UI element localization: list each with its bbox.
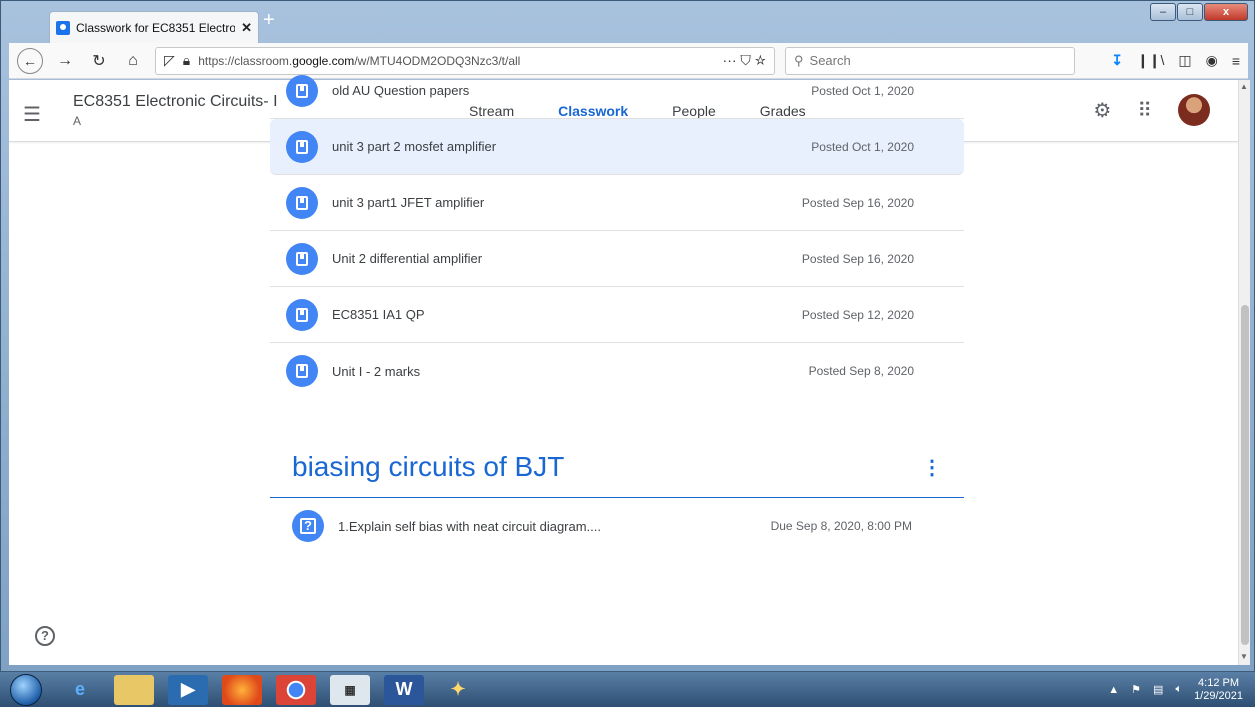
clock[interactable]: 4:12 PM 1/29/2021 [1194, 677, 1243, 703]
paint-icon[interactable]: ✦ [438, 675, 478, 705]
firefox-icon[interactable] [222, 674, 262, 705]
more-vert-icon[interactable]: ⋮ [922, 455, 942, 480]
menu-icon[interactable]: ≡ [1232, 53, 1240, 69]
scroll-down-icon[interactable]: ▼ [1240, 652, 1248, 661]
scroll-up-icon[interactable]: ▲ [1240, 82, 1248, 91]
word-icon[interactable]: W [384, 674, 424, 705]
list-item[interactable]: Unit 2 differential amplifier Posted Sep… [270, 231, 964, 287]
header-actions: ⚙ ⠿ [1093, 94, 1210, 126]
list-item[interactable]: Unit I - 2 marks Posted Sep 8, 2020 [270, 343, 964, 399]
posted-date: Posted Sep 8, 2020 [808, 364, 914, 378]
posted-date: Posted Oct 1, 2020 [811, 139, 914, 154]
tab-close-icon[interactable]: ✕ [241, 20, 252, 36]
topic-title[interactable]: biasing circuits of BJT [292, 451, 564, 483]
start-button[interactable] [10, 673, 42, 706]
material-title: old AU Question papers [332, 83, 470, 98]
browser-window: Classwork for EC8351 Electroni ✕ + – □ x… [0, 0, 1255, 672]
class-section: A [73, 114, 82, 128]
chrome-icon[interactable] [276, 674, 316, 705]
list-item[interactable]: EC8351 IA1 QP Posted Sep 12, 2020 [270, 287, 964, 343]
list-item[interactable]: ? 1.Explain self bias with neat circuit … [270, 498, 964, 554]
minimize-button[interactable]: – [1150, 3, 1176, 21]
sidebar-icon[interactable]: ◫ [1178, 52, 1191, 69]
material-title: Unit 2 differential amplifier [332, 251, 483, 266]
materials-list: old AU Question papers Posted Oct 1, 202… [270, 63, 964, 399]
taskbar: e ▶ ▦ W ✦ ▲ ⚑ ▤ 🔈︎ 4:12 PM 1/29/2021 [0, 672, 1255, 707]
posted-date: Posted Sep 12, 2020 [801, 307, 914, 322]
list-item[interactable]: old AU Question papers Posted Oct 1, 202… [270, 63, 964, 119]
window-controls: – □ x [1150, 3, 1248, 21]
due-date: Due Sep 8, 2020, 8:00 PM [770, 519, 912, 533]
back-button[interactable]: ← [17, 47, 43, 74]
forward-button[interactable]: → [53, 49, 77, 73]
material-icon [286, 355, 318, 387]
notes-icon[interactable]: ▦ [330, 674, 370, 705]
material-title: EC8351 IA1 QP [332, 307, 425, 322]
classroom-favicon-icon [56, 20, 70, 35]
lock-icon[interactable]: 🔒︎ [183, 52, 190, 69]
toolbar-right: ↧ ❙❙\ ◫ ◉ ≡ [1111, 52, 1240, 69]
main-menu-icon[interactable]: ☰ [23, 102, 41, 127]
avatar[interactable] [1178, 94, 1210, 126]
apps-grid-icon[interactable]: ⠿ [1137, 98, 1152, 123]
clock-time: 4:12 PM [1198, 676, 1240, 689]
tray-expand-icon[interactable]: ▲ [1108, 684, 1119, 696]
maximize-button[interactable]: □ [1177, 3, 1203, 21]
close-window-button[interactable]: x [1204, 3, 1248, 21]
material-icon [286, 74, 318, 107]
flag-icon[interactable]: ⚑ [1131, 683, 1141, 696]
material-title: unit 3 part 2 mosfet amplifier [332, 139, 497, 154]
file-explorer-icon[interactable] [114, 674, 154, 705]
settings-gear-icon[interactable]: ⚙ [1093, 98, 1111, 123]
tab-title: Classwork for EC8351 Electroni [76, 20, 236, 35]
posted-date: Posted Sep 16, 2020 [801, 251, 914, 266]
posted-date: Posted Sep 16, 2020 [801, 195, 914, 210]
tab-bar: Classwork for EC8351 Electroni ✕ + – □ x [1, 1, 1254, 43]
help-icon[interactable]: ? [35, 626, 55, 646]
list-item[interactable]: unit 3 part 2 mosfet amplifier Posted Oc… [270, 119, 964, 175]
material-icon [286, 242, 318, 275]
question-list: ? 1.Explain self bias with neat circuit … [270, 498, 964, 554]
system-tray: ▲ ⚑ ▤ 🔈︎ 4:12 PM 1/29/2021 [1108, 677, 1255, 703]
material-title: unit 3 part1 JFET amplifier [332, 195, 485, 210]
media-player-icon[interactable]: ▶ [168, 674, 208, 705]
material-icon [286, 298, 318, 331]
volume-icon[interactable]: 🔈︎ [1175, 683, 1182, 696]
class-title[interactable]: EC8351 Electronic Circuits- I [73, 93, 278, 111]
material-title: Unit I - 2 marks [332, 363, 421, 379]
posted-date: Posted Oct 1, 2020 [811, 83, 914, 98]
new-tab-button[interactable]: + [263, 9, 275, 32]
browser-tab[interactable]: Classwork for EC8351 Electroni ✕ [49, 11, 259, 43]
internet-explorer-icon[interactable]: e [60, 675, 100, 705]
scrollbar-thumb[interactable] [1241, 305, 1249, 645]
library-icon[interactable]: ❙❙\ [1137, 52, 1164, 69]
topic-header: biasing circuits of BJT ⋮ [270, 441, 964, 498]
material-icon [286, 186, 318, 219]
taskbar-apps: e ▶ ▦ W ✦ [60, 674, 478, 705]
clock-date: 1/29/2021 [1194, 689, 1243, 702]
reload-button[interactable]: ↻ [87, 49, 111, 73]
page-scrollbar[interactable]: ▲ ▼ [1238, 80, 1250, 665]
question-icon: ? [292, 510, 324, 542]
question-title: 1.Explain self bias with neat circuit di… [338, 518, 602, 534]
list-item[interactable]: unit 3 part1 JFET amplifier Posted Sep 1… [270, 175, 964, 231]
shield-icon[interactable]: ◸ [164, 52, 175, 69]
account-icon[interactable]: ◉ [1206, 52, 1218, 69]
downloads-icon[interactable]: ↧ [1111, 52, 1123, 69]
home-button[interactable]: ⌂ [121, 49, 145, 73]
network-icon[interactable]: ▤ [1153, 683, 1163, 696]
material-icon [286, 130, 318, 163]
